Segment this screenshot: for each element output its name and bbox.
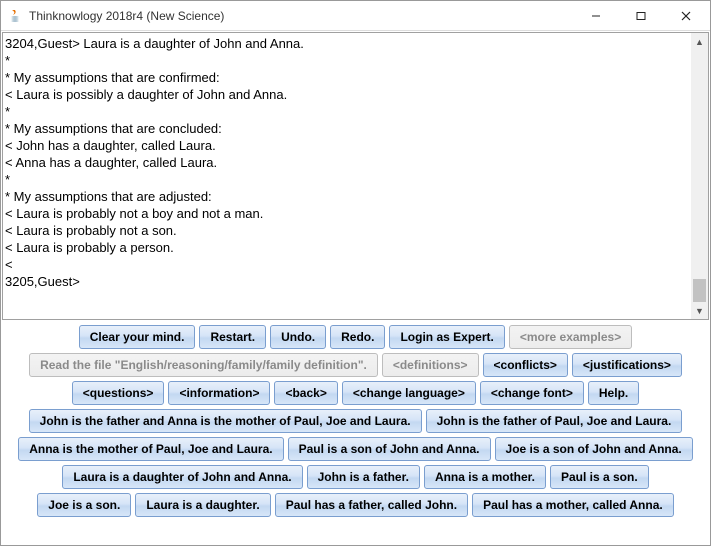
toolbar-row-1: Clear your mind. Restart. Undo. Redo. Lo…	[3, 325, 708, 349]
minimize-button[interactable]	[573, 1, 618, 30]
content-area: 3204,Guest> Laura is a daughter of John …	[1, 31, 710, 545]
example-button[interactable]: Anna is the mother of Paul, Joe and Laur…	[18, 437, 283, 461]
example-row-6: Laura is a daughter of John and Anna. Jo…	[3, 465, 708, 489]
example-button[interactable]: Paul has a father, called John.	[275, 493, 468, 517]
scroll-track[interactable]	[691, 50, 708, 302]
conflicts-button[interactable]: <conflicts>	[483, 353, 568, 377]
login-button[interactable]: Login as Expert.	[389, 325, 504, 349]
example-button[interactable]: Laura is a daughter.	[135, 493, 270, 517]
clear-button[interactable]: Clear your mind.	[79, 325, 196, 349]
example-button[interactable]: Laura is a daughter of John and Anna.	[62, 465, 302, 489]
scroll-down-icon[interactable]: ▼	[691, 302, 708, 319]
close-button[interactable]	[663, 1, 708, 30]
back-button[interactable]: <back>	[274, 381, 337, 405]
example-button[interactable]: Paul has a mother, called Anna.	[472, 493, 674, 517]
example-row-5: Anna is the mother of Paul, Joe and Laur…	[3, 437, 708, 461]
justifications-button[interactable]: <justifications>	[572, 353, 682, 377]
change-language-button[interactable]: <change language>	[342, 381, 476, 405]
console-panel: 3204,Guest> Laura is a daughter of John …	[2, 32, 709, 320]
read-file-button: Read the file "English/reasoning/family/…	[29, 353, 378, 377]
information-button[interactable]: <information>	[168, 381, 270, 405]
toolbar-row-3: <questions> <information> <back> <change…	[3, 381, 708, 405]
example-button[interactable]: Anna is a mother.	[424, 465, 546, 489]
example-button[interactable]: John is a father.	[307, 465, 420, 489]
scroll-up-icon[interactable]: ▲	[691, 33, 708, 50]
vertical-scrollbar[interactable]: ▲ ▼	[691, 33, 708, 319]
window-controls	[573, 1, 708, 30]
example-button[interactable]: Joe is a son of John and Anna.	[495, 437, 693, 461]
change-font-button[interactable]: <change font>	[480, 381, 584, 405]
example-button[interactable]: Joe is a son.	[37, 493, 131, 517]
titlebar: Thinknowlogy 2018r4 (New Science)	[1, 1, 710, 31]
example-button[interactable]: Paul is a son.	[550, 465, 649, 489]
definitions-button: <definitions>	[382, 353, 479, 377]
maximize-button[interactable]	[618, 1, 663, 30]
example-button[interactable]: John is the father of Paul, Joe and Laur…	[426, 409, 683, 433]
undo-button[interactable]: Undo.	[270, 325, 326, 349]
java-icon	[7, 8, 23, 24]
questions-button[interactable]: <questions>	[72, 381, 165, 405]
application-window: Thinknowlogy 2018r4 (New Science) 3204,G…	[0, 0, 711, 546]
toolbar-row-2: Read the file "English/reasoning/family/…	[3, 353, 708, 377]
console-output[interactable]: 3204,Guest> Laura is a daughter of John …	[3, 33, 691, 319]
example-row-7: Joe is a son. Laura is a daughter. Paul …	[3, 493, 708, 517]
example-button[interactable]: Paul is a son of John and Anna.	[288, 437, 491, 461]
example-row-4: John is the father and Anna is the mothe…	[3, 409, 708, 433]
window-title: Thinknowlogy 2018r4 (New Science)	[29, 9, 573, 23]
help-button[interactable]: Help.	[588, 381, 639, 405]
restart-button[interactable]: Restart.	[199, 325, 266, 349]
example-button[interactable]: John is the father and Anna is the mothe…	[29, 409, 422, 433]
button-panel: Clear your mind. Restart. Undo. Redo. Lo…	[1, 321, 710, 519]
redo-button[interactable]: Redo.	[330, 325, 385, 349]
scroll-thumb[interactable]	[693, 279, 706, 302]
more-examples-button: <more examples>	[509, 325, 632, 349]
